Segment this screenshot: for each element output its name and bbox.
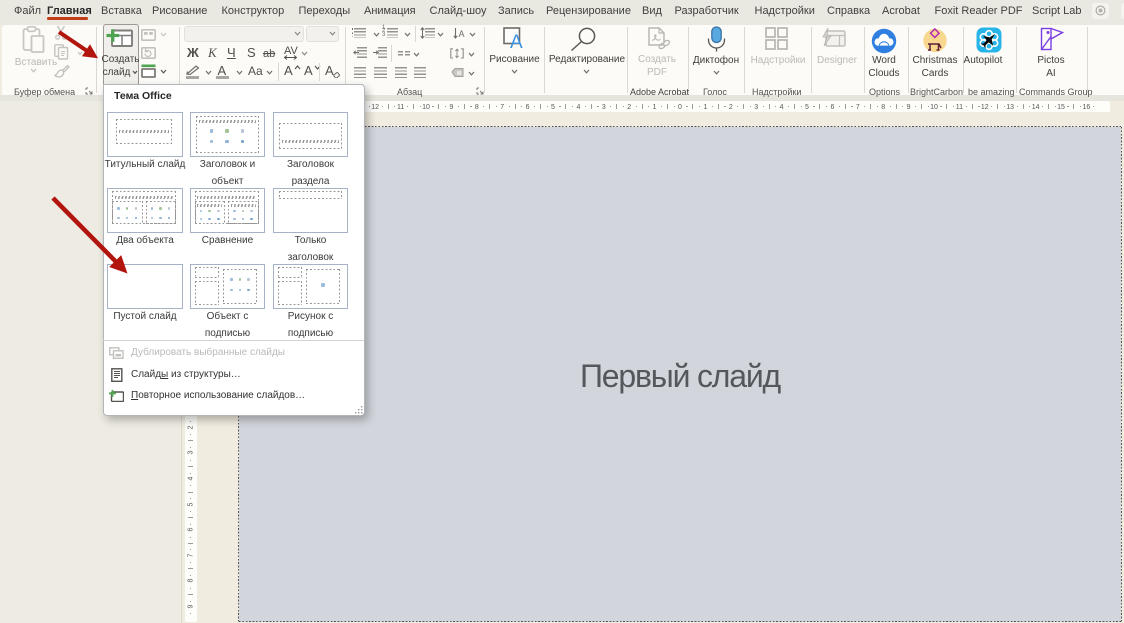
svg-text:A: A	[510, 32, 523, 51]
svg-text:A: A	[459, 29, 465, 39]
